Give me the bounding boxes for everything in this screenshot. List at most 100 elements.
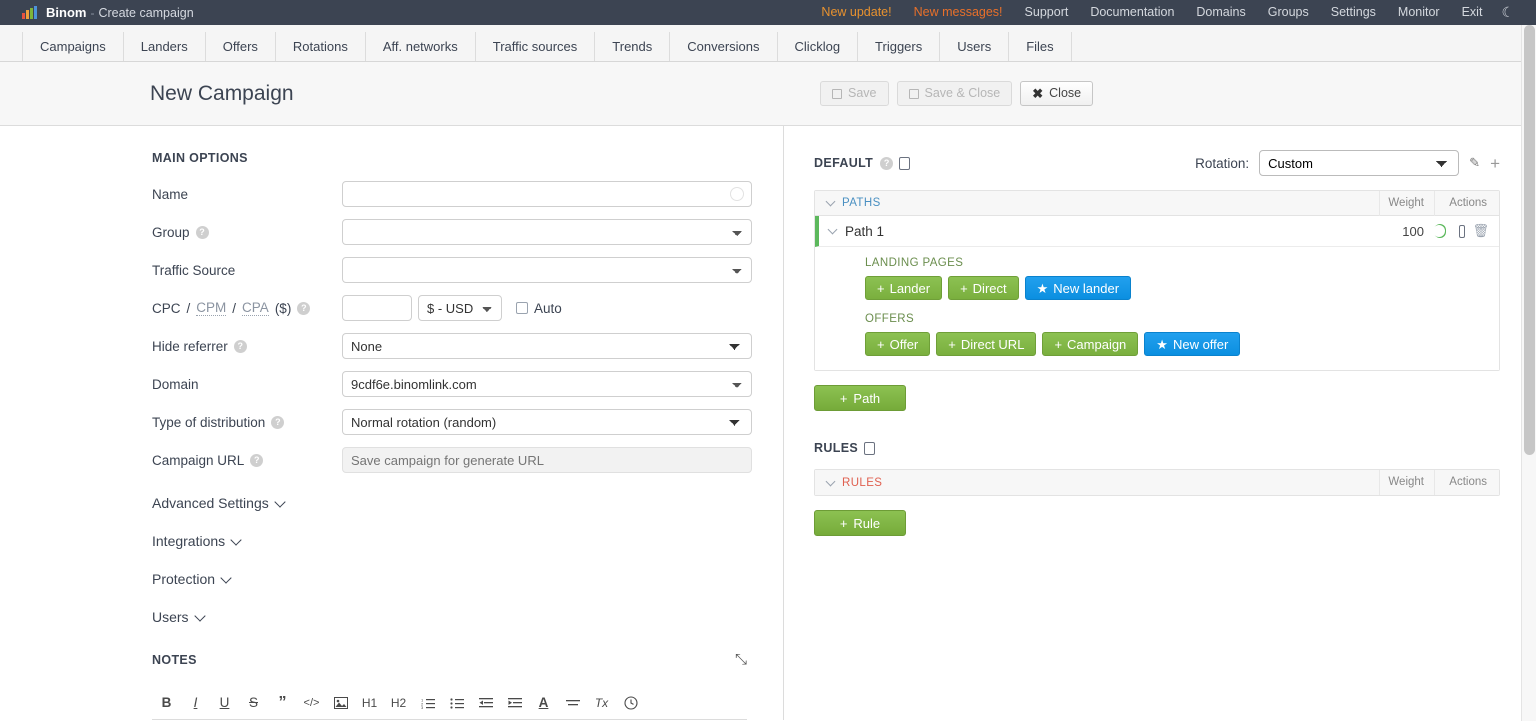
campaign-url-input[interactable] [342,447,752,473]
copy-icon[interactable] [864,442,875,455]
group-select[interactable] [342,219,752,245]
align-icon[interactable] [558,690,587,716]
add-direct-button[interactable]: + Direct [948,276,1019,300]
nav-domains[interactable]: Domains [1185,0,1256,25]
label-cpm-link[interactable]: CPM [196,300,226,316]
add-campaign-button[interactable]: + Campaign [1042,332,1138,356]
strikethrough-icon[interactable]: S [239,690,268,716]
nav-support[interactable]: Support [1014,0,1080,25]
section-protection[interactable]: Protection [152,571,783,587]
expand-arrows-icon[interactable]: ⤡ [735,651,747,668]
add-direct-url-button[interactable]: + Direct URL [936,332,1036,356]
rules-header-name-cell[interactable]: RULES [815,477,1379,489]
nav-new-update[interactable]: New update! [810,0,902,25]
vertical-scrollbar[interactable] [1521,25,1536,721]
page-header: New Campaign Save Save & Close ✖ Close [0,62,1536,126]
tab-rotations[interactable]: Rotations [275,32,365,61]
nav-exit[interactable]: Exit [1451,0,1494,25]
save-button[interactable]: Save [820,81,889,106]
clear-format-icon[interactable]: Tx [587,690,616,716]
history-clock-icon[interactable] [616,690,645,716]
add-offer-button[interactable]: + Offer [865,332,930,356]
blockquote-icon[interactable]: ” [268,690,297,716]
bold-icon[interactable]: B [152,690,181,716]
copy-icon[interactable] [899,157,910,170]
add-direct-url-prefix: + [948,338,956,351]
nav-groups[interactable]: Groups [1257,0,1320,25]
help-icon[interactable]: ? [196,226,209,239]
close-button[interactable]: ✖ Close [1020,81,1093,106]
nav-new-messages[interactable]: New messages! [903,0,1014,25]
tab-aff-networks[interactable]: Aff. networks [365,32,475,61]
underline-icon[interactable]: U [210,690,239,716]
cpc-input[interactable] [342,295,412,321]
tab-trends[interactable]: Trends [594,32,669,61]
rotation-label: Rotation: [1195,156,1249,171]
add-lander-button[interactable]: + Lander [865,276,942,300]
indent-icon[interactable] [500,690,529,716]
add-offer-label: Offer [890,338,919,351]
help-icon[interactable]: ? [271,416,284,429]
scrollbar-thumb[interactable] [1524,25,1535,455]
copy-icon[interactable] [1459,225,1465,238]
moon-icon[interactable]: ☾ [1493,0,1524,25]
heading-2-icon[interactable]: H2 [384,690,413,716]
section-users[interactable]: Users [152,609,783,625]
ordered-list-icon[interactable]: 123 [413,690,442,716]
tab-campaigns[interactable]: Campaigns [22,32,123,61]
name-input[interactable] [342,181,752,207]
tab-triggers[interactable]: Triggers [857,32,939,61]
help-icon[interactable]: ? [250,454,263,467]
heading-1-icon[interactable]: H1 [355,690,384,716]
paths-header-name-cell[interactable]: PATHS [815,197,1379,209]
tab-files[interactable]: Files [1008,32,1071,61]
section-users-label: Users [152,609,189,625]
trash-icon[interactable]: 🗑 [1472,223,1489,239]
nav-settings[interactable]: Settings [1320,0,1387,25]
main-options-panel: MAIN OPTIONS Name Group ? Traffic S [0,126,784,720]
toggle-on-icon[interactable] [1434,224,1446,238]
tab-clicklog[interactable]: Clicklog [777,32,858,61]
label-campaign-url-text: Campaign URL [152,453,244,468]
text-color-icon[interactable]: A [529,690,558,716]
tab-landers[interactable]: Landers [123,32,205,61]
type-of-distribution-select[interactable]: Normal rotation (random) [342,409,752,435]
italic-icon[interactable]: I [181,690,210,716]
code-icon[interactable]: </> [297,690,326,716]
tab-conversions[interactable]: Conversions [669,32,776,61]
new-lander-button[interactable]: ★ New lander [1025,276,1131,300]
rules-header-label: RULES [842,477,882,489]
plus-icon[interactable]: + [1490,155,1500,172]
nav-documentation[interactable]: Documentation [1079,0,1185,25]
image-icon[interactable] [326,690,355,716]
top-bar: Binom - Create campaign New update! New … [0,0,1536,25]
auto-checkbox-wrap[interactable]: Auto [516,301,562,316]
tab-traffic-sources[interactable]: Traffic sources [475,32,595,61]
unordered-list-icon[interactable] [442,690,471,716]
help-icon[interactable]: ? [297,302,310,315]
add-rule-button[interactable]: + Rule [814,510,906,536]
rules-title: RULES [814,441,858,455]
tab-users[interactable]: Users [939,32,1008,61]
add-path-button[interactable]: + Path [814,385,906,411]
hide-referrer-select[interactable]: None [342,333,752,359]
new-lander-star-icon: ★ [1037,282,1049,295]
auto-checkbox[interactable] [516,302,528,314]
section-advanced-settings[interactable]: Advanced Settings [152,495,783,511]
nav-monitor[interactable]: Monitor [1387,0,1451,25]
outdent-icon[interactable] [471,690,500,716]
path-name-cell[interactable]: Path 1 [819,224,1379,239]
question-mark-icon[interactable]: ? [880,157,893,170]
new-offer-button[interactable]: ★ New offer [1144,332,1240,356]
domain-select[interactable]: 9cdf6e.binomlink.com [342,371,752,397]
label-cpa-link[interactable]: CPA [242,300,269,316]
rotation-select[interactable]: Custom [1259,150,1459,176]
section-integrations[interactable]: Integrations [152,533,783,549]
tab-offers[interactable]: Offers [205,32,275,61]
currency-select[interactable]: $ - USD [418,295,502,321]
save-and-close-button[interactable]: Save & Close [897,81,1013,106]
landing-pages-label: LANDING PAGES [865,257,1499,269]
help-icon[interactable]: ? [234,340,247,353]
traffic-source-select[interactable] [342,257,752,283]
pencil-icon[interactable]: ✎ [1469,155,1480,171]
